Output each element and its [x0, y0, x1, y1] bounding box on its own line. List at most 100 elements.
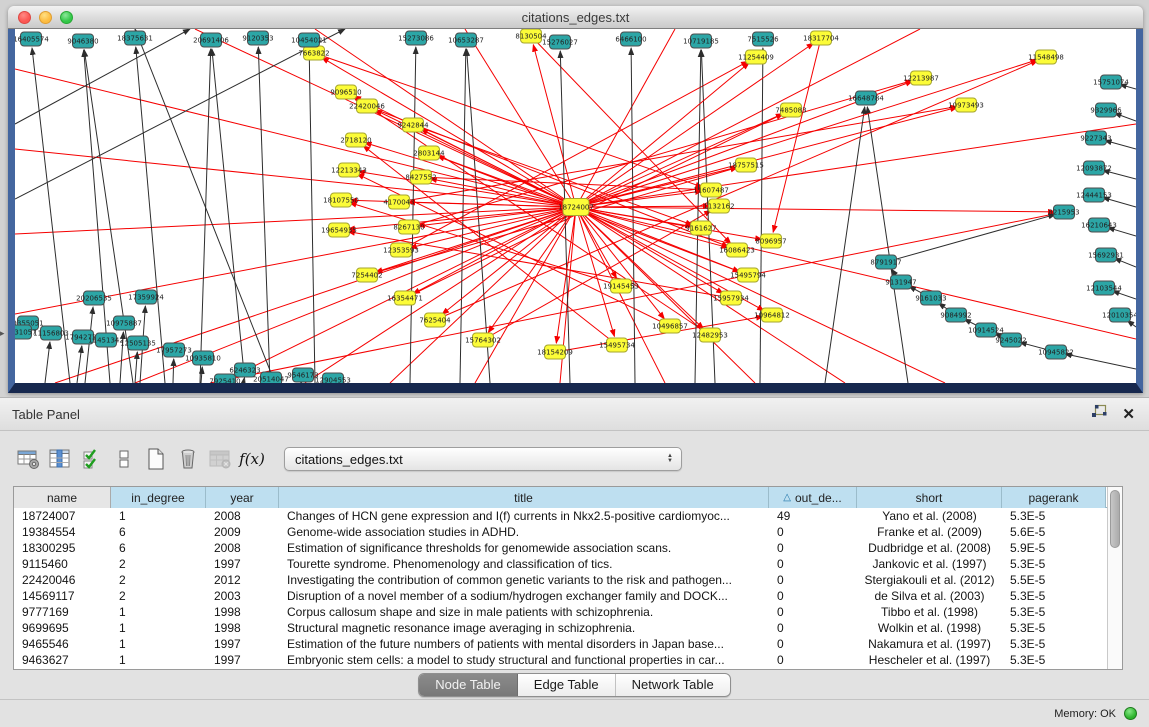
- graph-node[interactable]: 9120353: [242, 31, 273, 45]
- graph-node[interactable]: 18107550: [323, 193, 359, 207]
- delete-column-icon[interactable]: [172, 445, 204, 473]
- close-panel-icon[interactable]: ✕: [1122, 407, 1135, 422]
- graph-node[interactable]: 9242844: [397, 118, 429, 132]
- column-header-pagerank[interactable]: pagerank: [1002, 487, 1106, 508]
- graph-node[interactable]: 15273086: [398, 31, 434, 45]
- graph-node[interactable]: 15764302: [465, 333, 501, 347]
- graph-node[interactable]: 7254402: [351, 268, 382, 282]
- function-builder-icon[interactable]: f(x): [236, 445, 268, 473]
- graph-node[interactable]: 12505135: [120, 336, 156, 350]
- side-panel-collapse-handle[interactable]: ▸: [0, 328, 5, 339]
- graph-node[interactable]: 12010354: [1102, 308, 1136, 322]
- graph-node[interactable]: 20206535: [76, 291, 112, 305]
- table-row[interactable]: 977716911998Corpus callosum shape and si…: [14, 604, 1107, 620]
- tab-network-table[interactable]: Network Table: [616, 674, 730, 696]
- graph-node[interactable]: 10454021: [291, 33, 327, 47]
- graph-node[interactable]: 8215953: [1048, 205, 1079, 219]
- graph-node[interactable]: 8096957: [755, 234, 786, 248]
- graph-node[interactable]: 12093872: [1076, 161, 1112, 175]
- graph-node[interactable]: 16210643: [1081, 218, 1117, 232]
- cell-pagerank: 5.3E-5: [1002, 508, 1106, 524]
- show-columns-icon[interactable]: [44, 445, 76, 473]
- graph-node[interactable]: 9161627: [685, 221, 716, 235]
- graph-node[interactable]: 16354471: [387, 291, 423, 305]
- graph-node[interactable]: 12904553: [315, 373, 351, 383]
- select-all-icon[interactable]: [76, 445, 108, 473]
- cell-in_degree: 2: [111, 588, 206, 604]
- graph-node[interactable]: 16405574: [15, 32, 49, 46]
- graph-node[interactable]: 10945822: [1038, 345, 1074, 359]
- graph-node-label: 8096957: [755, 238, 786, 246]
- graph-node[interactable]: 9227343: [1080, 131, 1111, 145]
- column-header-name[interactable]: name: [14, 487, 111, 508]
- table-row[interactable]: 2242004622012Investigating the contribut…: [14, 572, 1107, 588]
- graph-node[interactable]: 20691406: [193, 33, 229, 47]
- column-header-in_degree[interactable]: in_degree: [111, 487, 206, 508]
- graph-node[interactable]: 6466100: [615, 32, 646, 46]
- column-header-year[interactable]: year: [206, 487, 279, 508]
- clear-selection-icon[interactable]: [108, 445, 140, 473]
- tab-node-table[interactable]: Node Table: [419, 674, 518, 696]
- table-row[interactable]: 946362711997Embryonic stem cells: a mode…: [14, 652, 1107, 668]
- graph-node-label: 8427552: [405, 174, 436, 182]
- graph-node[interactable]: 10975887: [106, 316, 142, 330]
- graph-node[interactable]: 12482953: [692, 328, 728, 342]
- scrollbar-thumb[interactable]: [1110, 490, 1120, 548]
- memory-ok-indicator[interactable]: [1124, 707, 1137, 720]
- float-panel-icon[interactable]: [1091, 404, 1108, 424]
- table-row[interactable]: 946554611997Estimation of the future num…: [14, 636, 1107, 652]
- graph-node[interactable]: 17359924: [128, 290, 164, 304]
- graph-node[interactable]: 19654935: [321, 223, 357, 237]
- graph-node[interactable]: 10719185: [683, 34, 719, 48]
- network-view[interactable]: 1872400790965102242004692428442718120280…: [8, 29, 1143, 393]
- cell-year: 2008: [206, 508, 279, 524]
- graph-node[interactable]: 11254409: [738, 50, 774, 64]
- graph-node-label: 10653287: [448, 37, 484, 45]
- graph-node[interactable]: 9546173: [287, 368, 318, 382]
- graph-node[interactable]: 2718120: [340, 133, 371, 147]
- graph-node[interactable]: 7515526: [747, 32, 779, 46]
- column-header-out_degree[interactable]: △out_de...: [769, 487, 857, 508]
- graph-node[interactable]: 7663822: [298, 46, 329, 60]
- citation-edge-black: [77, 346, 82, 383]
- graph-node[interactable]: 10653287: [448, 33, 484, 47]
- graph-node[interactable]: 18724007: [558, 199, 594, 216]
- graph-node[interactable]: 12444153: [1076, 188, 1112, 202]
- graph-node[interactable]: 15276027: [542, 35, 578, 49]
- table-row[interactable]: 911546021997Tourette syndrome. Phenomeno…: [14, 556, 1107, 572]
- table-panel-title: Table Panel: [12, 407, 1091, 422]
- table-scrollbar[interactable]: [1107, 487, 1122, 669]
- tab-edge-table[interactable]: Edge Table: [518, 674, 616, 696]
- column-header-title[interactable]: title: [279, 487, 769, 508]
- create-column-icon[interactable]: [140, 445, 172, 473]
- graph-node[interactable]: 2803144: [413, 146, 445, 160]
- graph-node[interactable]: 12213343: [331, 163, 367, 177]
- graph-node[interactable]: 10964812: [754, 308, 790, 322]
- graph-node[interactable]: 15751074: [1093, 75, 1129, 89]
- table-select[interactable]: citations_edges.txt ▲▼: [284, 447, 682, 471]
- graph-node[interactable]: 12353593: [383, 243, 419, 257]
- graph-node[interactable]: 18154209: [537, 345, 573, 359]
- graph-node[interactable]: 9329966: [1090, 103, 1122, 117]
- graph-node-label: 11156803: [33, 330, 69, 338]
- graph-node[interactable]: 8791917: [870, 255, 901, 269]
- table-row[interactable]: 1938455462009Genome-wide association stu…: [14, 524, 1107, 540]
- table-row[interactable]: 969969511998Structural magnetic resonanc…: [14, 620, 1107, 636]
- graph-node[interactable]: 10496857: [652, 319, 688, 333]
- table-row[interactable]: 1872400712008Changes of HCN gene express…: [14, 508, 1107, 524]
- column-header-short[interactable]: short: [857, 487, 1002, 508]
- graph-node[interactable]: 10973493: [948, 98, 984, 112]
- table-row[interactable]: 1456911722003Disruption of a novel membe…: [14, 588, 1107, 604]
- graph-node-label: 15495794: [730, 272, 766, 280]
- graph-node[interactable]: 4170043: [383, 195, 414, 209]
- graph-node[interactable]: 9131947: [885, 275, 916, 289]
- graph-node[interactable]: 18317704: [803, 31, 839, 45]
- graph-node[interactable]: 9046380: [67, 34, 98, 48]
- graph-node[interactable]: 15957934: [713, 291, 749, 305]
- graph-node[interactable]: 18757515: [728, 158, 764, 172]
- table-mode-icon[interactable]: [12, 445, 44, 473]
- graph-node[interactable]: 15495734: [599, 338, 635, 352]
- network-window-titlebar[interactable]: citations_edges.txt: [8, 6, 1143, 29]
- table-row[interactable]: 1830029562008Estimation of significance …: [14, 540, 1107, 556]
- graph-node[interactable]: 18375631: [117, 31, 153, 45]
